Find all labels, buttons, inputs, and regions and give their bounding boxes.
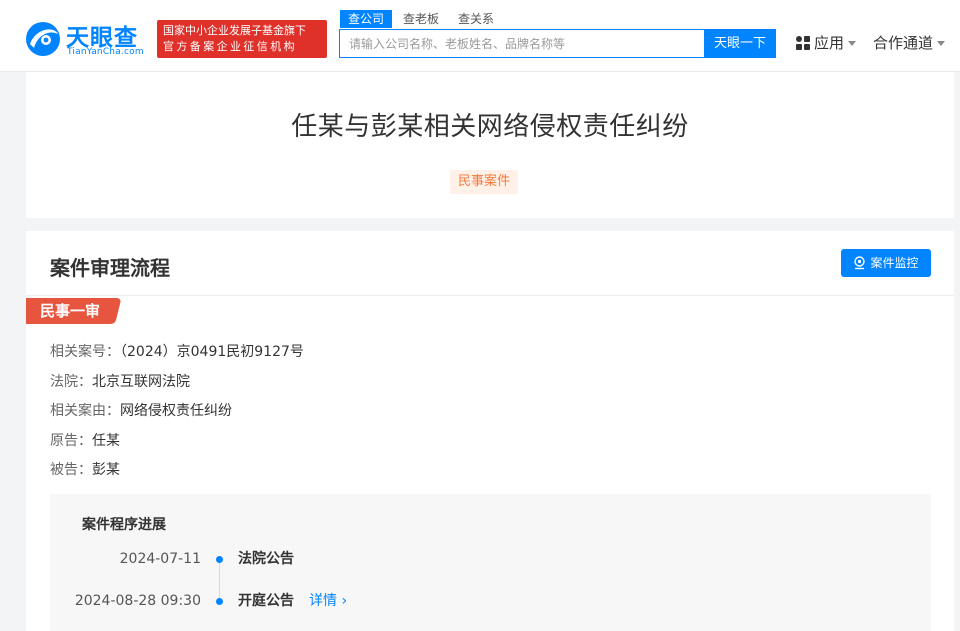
- field-value: （2024）京0491民初9127号: [120, 344, 304, 360]
- timeline-item: 2024-07-11 法院公告: [50, 549, 931, 569]
- search-button[interactable]: 天眼一下: [704, 29, 776, 58]
- field-key: 被告：: [50, 462, 92, 478]
- official-badge: 国家中小企业发展子基金旗下 官方备案企业征信机构: [157, 20, 327, 58]
- timeline-dot: [216, 598, 223, 605]
- case-title: 任某与彭某相关网络侵权责任纠纷: [26, 106, 954, 143]
- field-defendant: 被告：彭某: [50, 459, 120, 479]
- field-court: 法院：北京互联网法院: [50, 371, 190, 391]
- top-header: 天眼查 TianYanCha.com 国家中小企业发展子基金旗下 官方备案企业征…: [0, 0, 960, 72]
- chevron-down-icon: [937, 41, 945, 46]
- tab-search-relation[interactable]: 查关系: [458, 10, 494, 28]
- nav-partner-label: 合作通道: [873, 34, 933, 52]
- timeline-dot: [216, 556, 223, 563]
- section-title: 案件审理流程: [50, 252, 170, 281]
- brand-logo[interactable]: 天眼查 TianYanCha.com: [24, 18, 154, 62]
- timeline-item: 2024-08-28 09:30 开庭公告 详情 ›: [50, 591, 931, 611]
- field-key: 相关案号：: [50, 344, 120, 360]
- field-key: 法院：: [50, 374, 92, 390]
- field-value: 任某: [92, 433, 120, 449]
- chevron-down-icon: [848, 41, 856, 46]
- tab-search-boss[interactable]: 查老板: [403, 10, 439, 28]
- nav-apps[interactable]: 应用: [796, 32, 856, 54]
- field-value: 网络侵权责任纠纷: [120, 403, 232, 419]
- apps-grid-icon: [796, 36, 810, 50]
- search-box: 天眼一下: [339, 29, 776, 58]
- timeline-date: 2024-07-11: [120, 549, 201, 569]
- tab-search-company[interactable]: 查公司: [340, 10, 392, 28]
- timeline-event: 法院公告: [238, 549, 294, 569]
- case-type-tag: 民事案件: [450, 170, 518, 194]
- nav-apps-label: 应用: [814, 34, 844, 52]
- divider: [26, 295, 954, 296]
- trial-process-card: 案件审理流程 案件监控 民事一审 相关案号：（2024）京0491民初9127号…: [26, 231, 954, 631]
- case-header-card: 任某与彭某相关网络侵权责任纠纷 民事案件: [26, 72, 954, 218]
- field-value: 彭某: [92, 462, 120, 478]
- timeline-event: 开庭公告: [238, 591, 294, 611]
- details-link[interactable]: 详情 ›: [309, 591, 347, 611]
- case-monitor-button[interactable]: 案件监控: [841, 249, 931, 277]
- field-case-number: 相关案号：（2024）京0491民初9127号: [50, 341, 304, 361]
- search-input[interactable]: [340, 30, 705, 57]
- eye-logo-icon: [24, 20, 62, 58]
- stage-name: 民事一审: [40, 298, 100, 324]
- case-monitor-label: 案件监控: [870, 256, 918, 270]
- case-progress-panel: 案件程序进展 2024-07-11 法院公告 2024-08-28 09:30 …: [50, 494, 931, 631]
- stage-label: 民事一审: [26, 298, 122, 324]
- field-key: 原告：: [50, 433, 92, 449]
- field-key: 相关案由：: [50, 403, 120, 419]
- location-pin-icon: [853, 256, 866, 270]
- progress-title: 案件程序进展: [82, 514, 166, 534]
- field-plaintiff: 原告：任某: [50, 430, 120, 450]
- field-cause: 相关案由：网络侵权责任纠纷: [50, 400, 232, 420]
- badge-line2: 官方备案企业征信机构: [163, 39, 321, 55]
- field-value: 北京互联网法院: [92, 374, 190, 390]
- brand-domain: TianYanCha.com: [67, 47, 144, 57]
- badge-line1: 国家中小企业发展子基金旗下: [163, 23, 321, 39]
- nav-partner[interactable]: 合作通道: [873, 32, 945, 54]
- timeline-date: 2024-08-28 09:30: [75, 591, 201, 611]
